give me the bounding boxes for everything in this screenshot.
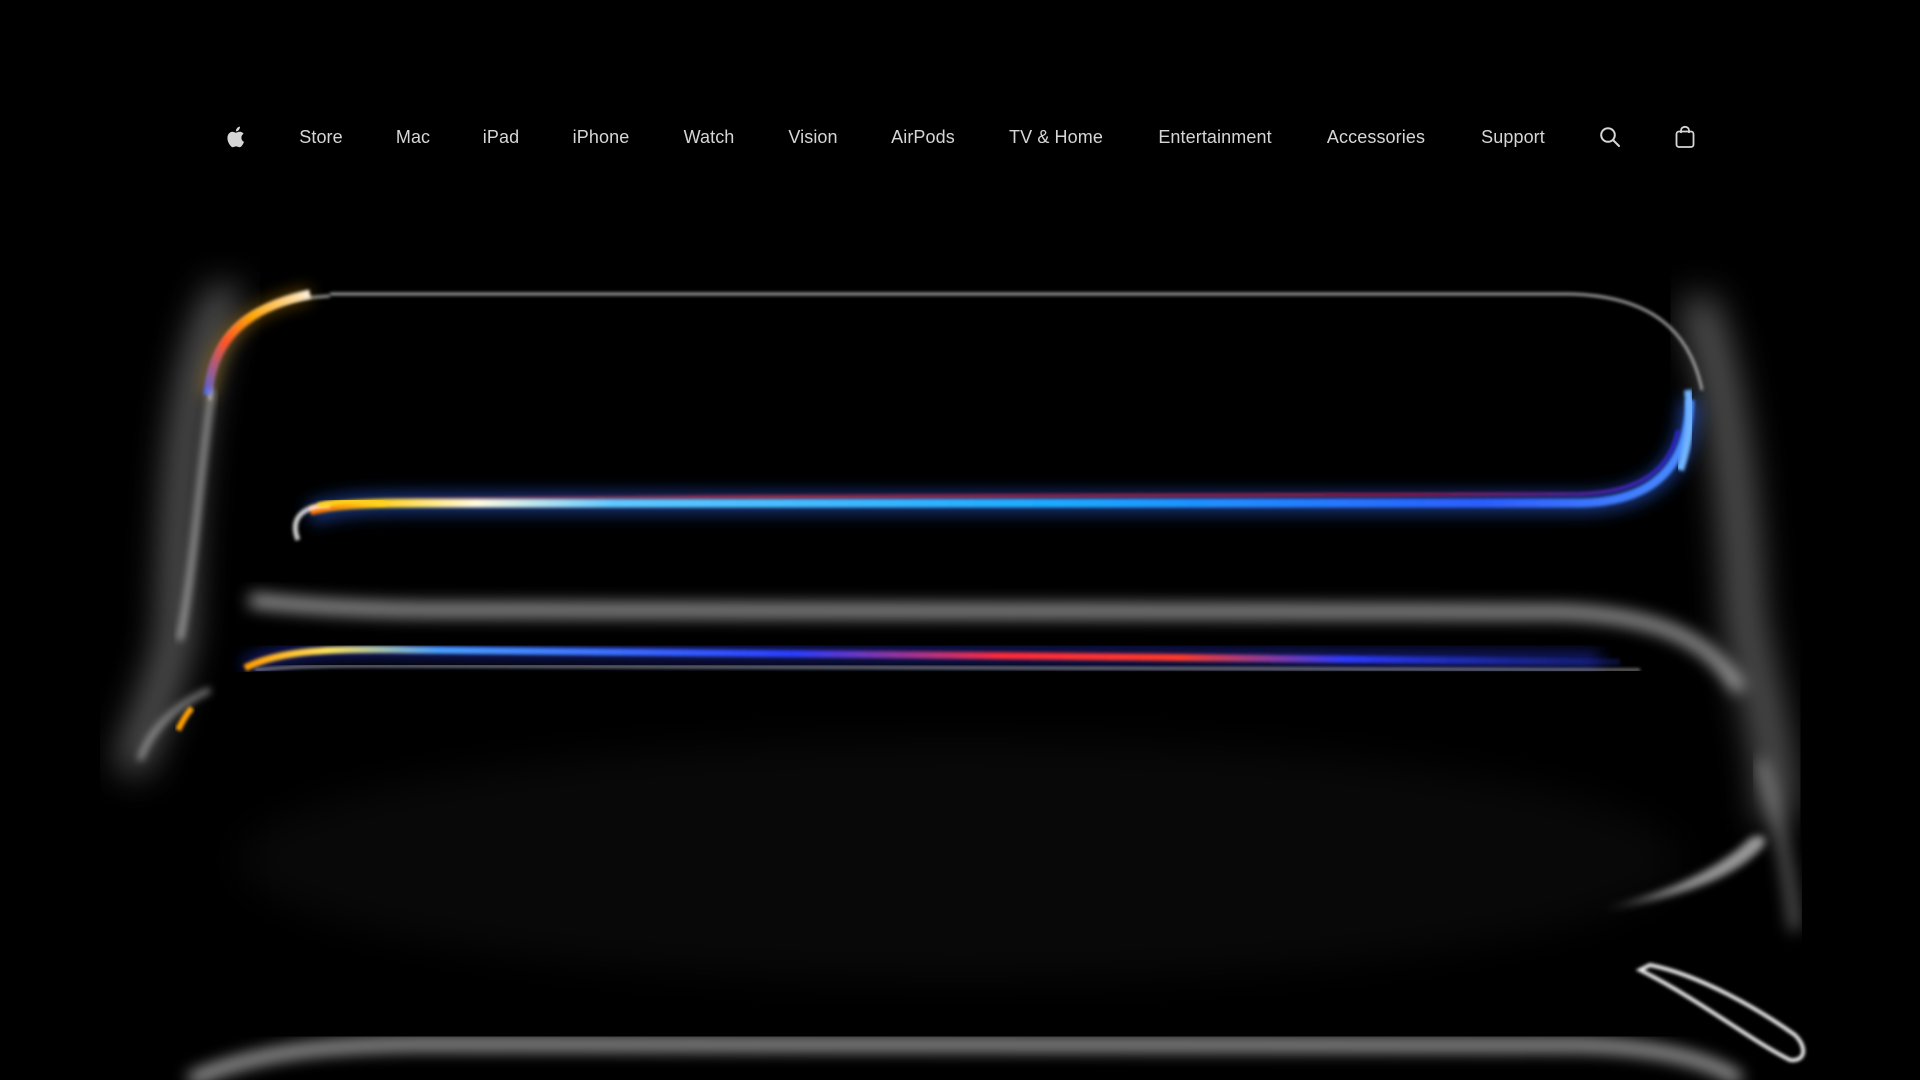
apple-homepage: Store Mac iPad iPhone Watch Vision AirPo… bbox=[0, 0, 1920, 1080]
nav-item-tv-home-label: TV & Home bbox=[1009, 126, 1103, 147]
nav-item-airpods[interactable]: AirPods bbox=[891, 112, 955, 162]
shopping-bag-icon bbox=[1675, 125, 1695, 149]
nav-item-support[interactable]: Support bbox=[1481, 112, 1545, 162]
nav-item-entertainment-label: Entertainment bbox=[1158, 126, 1272, 147]
nav-item-ipad[interactable]: iPad bbox=[483, 112, 519, 162]
nav-item-vision-label: Vision bbox=[788, 126, 838, 147]
global-nav-list: Store Mac iPad iPhone Watch Vision AirPo… bbox=[0, 112, 1920, 162]
bag-button[interactable] bbox=[1675, 112, 1695, 162]
nav-item-tv-home[interactable]: TV & Home bbox=[1009, 112, 1103, 162]
nav-item-store[interactable]: Store bbox=[299, 112, 343, 162]
nav-item-airpods-label: AirPods bbox=[891, 126, 955, 147]
nav-item-ipad-label: iPad bbox=[482, 126, 520, 147]
nav-item-store-label: Store bbox=[299, 126, 343, 147]
hero-artwork bbox=[117, 282, 1806, 1080]
nav-item-vision[interactable]: Vision bbox=[788, 112, 837, 162]
nav-item-support-label: Support bbox=[1481, 126, 1545, 147]
nav-item-entertainment[interactable]: Entertainment bbox=[1158, 112, 1271, 162]
nav-item-iphone-label: iPhone bbox=[572, 126, 630, 147]
nav-item-accessories[interactable]: Accessories bbox=[1327, 112, 1425, 162]
nav-item-accessories-label: Accessories bbox=[1326, 126, 1426, 147]
global-nav: Store Mac iPad iPhone Watch Vision AirPo… bbox=[0, 112, 1920, 162]
search-button[interactable] bbox=[1599, 112, 1621, 162]
nav-apple-logo[interactable] bbox=[225, 112, 245, 162]
nav-item-mac-label: Mac bbox=[395, 126, 431, 147]
nav-item-iphone[interactable]: iPhone bbox=[573, 112, 630, 162]
apple-logo-icon bbox=[225, 125, 245, 149]
nav-item-watch[interactable]: Watch bbox=[684, 112, 735, 162]
nav-item-mac[interactable]: Mac bbox=[396, 112, 430, 162]
nav-item-watch-label: Watch bbox=[683, 126, 735, 147]
search-icon bbox=[1599, 126, 1621, 148]
